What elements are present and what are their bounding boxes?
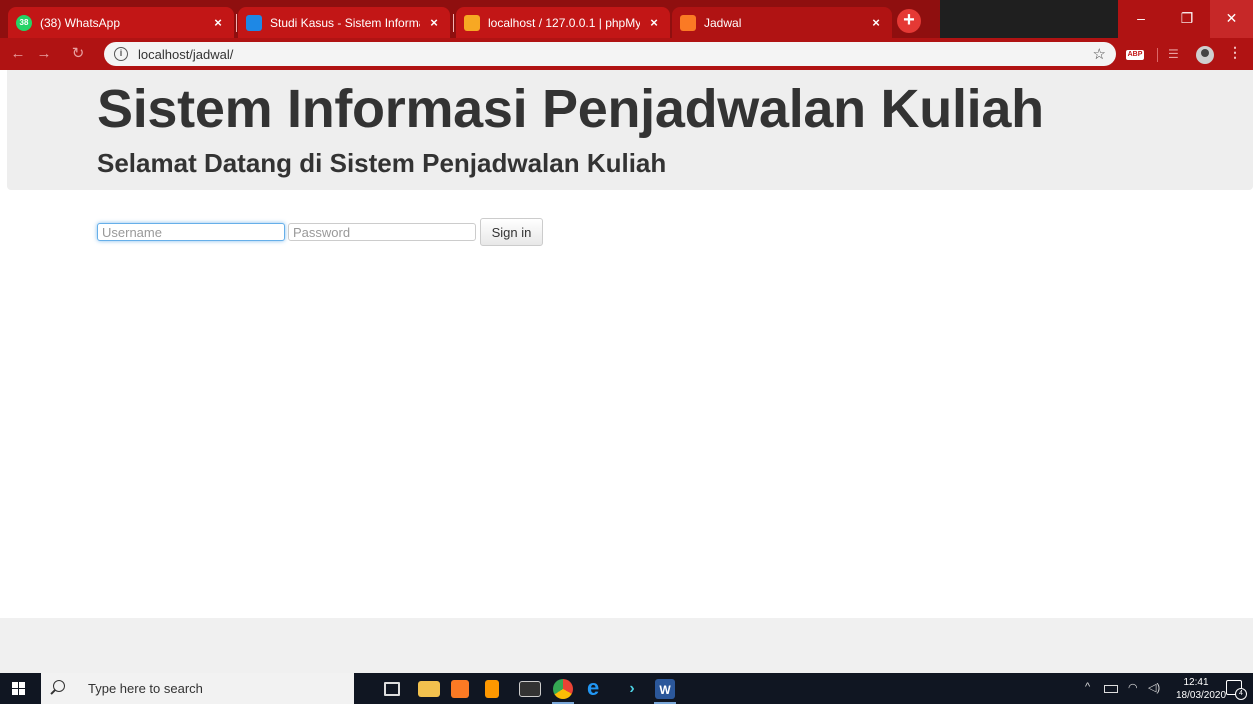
taskbar-search-placeholder: Type here to search <box>88 681 203 696</box>
sign-in-button[interactable]: Sign in <box>480 218 543 246</box>
clock-time: 12:41 <box>1183 677 1209 688</box>
xampp-icon <box>680 14 696 31</box>
terminal-icon[interactable] <box>519 681 541 697</box>
phpmyadmin-icon <box>464 14 480 31</box>
task-view-icon[interactable] <box>384 682 400 696</box>
file-explorer-icon[interactable] <box>418 681 440 697</box>
search-icon <box>53 680 65 692</box>
powershell-icon[interactable]: › <box>621 678 643 700</box>
chevron-up-icon[interactable]: ^ <box>1085 681 1090 693</box>
address-bar[interactable]: i localhost/jadwal/ ☆ <box>104 42 1116 66</box>
chrome-icon[interactable] <box>553 679 573 699</box>
profile-avatar-icon[interactable] <box>1196 46 1214 64</box>
word-icon[interactable]: W <box>655 679 675 699</box>
tab-title: localhost / 127.0.0.1 | phpMyAdm <box>488 15 640 30</box>
close-window-button[interactable]: ✕ <box>1210 0 1253 38</box>
close-tab-icon[interactable]: × <box>210 15 226 30</box>
reload-icon[interactable]: ↻ <box>68 44 88 64</box>
address-url[interactable]: localhost/jadwal/ <box>138 47 233 62</box>
xampp-icon[interactable] <box>451 680 469 698</box>
reading-list-icon[interactable]: ☰ <box>1168 47 1179 61</box>
web-page: Sistem Informasi Penjadwalan Kuliah Sela… <box>0 70 1253 673</box>
tab-jadwal[interactable]: Jadwal × <box>672 7 892 38</box>
toolbar-divider <box>1157 48 1158 62</box>
tab-whatsapp[interactable]: 38 (38) WhatsApp × <box>8 7 234 38</box>
start-button[interactable] <box>0 673 40 704</box>
tab-separator <box>453 14 454 32</box>
battery-icon[interactable] <box>1104 685 1118 693</box>
tab-studi-kasus[interactable]: Studi Kasus - Sistem Informasi Se × <box>238 7 450 38</box>
notification-center-icon[interactable]: 4 <box>1226 680 1247 700</box>
page-footer <box>0 618 1253 673</box>
browser-menu-icon[interactable]: ⋮ <box>1228 44 1242 61</box>
tab-title: Studi Kasus - Sistem Informasi Se <box>270 15 420 30</box>
taskbar-search-box[interactable]: Type here to search <box>41 673 354 704</box>
notification-count: 4 <box>1235 688 1247 700</box>
browser-toolbar: ← → ↻ i localhost/jadwal/ ☆ ABP ☰ ⋮ <box>0 38 1253 70</box>
tab-phpmyadmin[interactable]: localhost / 127.0.0.1 | phpMyAdm × <box>456 7 670 38</box>
username-input[interactable] <box>97 223 285 241</box>
page-subtitle: Selamat Datang di Sistem Penjadwalan Kul… <box>97 148 667 178</box>
info-icon[interactable]: i <box>114 47 128 61</box>
system-clock[interactable]: 12:41 18/03/2020 <box>1176 676 1227 702</box>
slides-icon <box>246 14 262 31</box>
bookmark-star-icon[interactable]: ☆ <box>1093 45 1106 63</box>
tab-title: Jadwal <box>704 15 742 30</box>
close-tab-icon[interactable]: × <box>868 15 884 30</box>
wifi-icon[interactable]: ◠ <box>1128 681 1138 694</box>
minimize-button[interactable]: – <box>1118 0 1164 38</box>
clock-date: 18/03/2020 <box>1176 690 1227 701</box>
windows-taskbar: Type here to search e › W ^ ◠ ◁) 12:41 1… <box>0 673 1253 704</box>
password-input[interactable] <box>288 223 476 241</box>
whatsapp-icon: 38 <box>16 14 32 31</box>
volume-icon[interactable]: ◁) <box>1148 681 1160 694</box>
new-tab-button[interactable]: + <box>897 9 921 33</box>
adblock-plus-icon[interactable]: ABP <box>1126 50 1144 60</box>
tab-title: (38) WhatsApp <box>40 15 121 30</box>
close-tab-icon[interactable]: × <box>426 15 442 30</box>
back-arrow-icon[interactable]: ← <box>8 44 28 64</box>
page-header: Sistem Informasi Penjadwalan Kuliah Sela… <box>7 70 1253 190</box>
edge-icon[interactable]: e <box>587 677 607 700</box>
sublime-text-icon[interactable] <box>485 680 499 698</box>
maximize-button[interactable]: ❐ <box>1164 0 1210 38</box>
page-title: Sistem Informasi Penjadwalan Kuliah <box>97 79 1044 139</box>
forward-arrow-icon[interactable]: → <box>34 44 54 64</box>
windows-logo-icon <box>12 682 25 695</box>
close-tab-icon[interactable]: × <box>646 15 662 30</box>
browser-tab-bar: 38 (38) WhatsApp × Studi Kasus - Sistem … <box>0 0 1253 38</box>
tab-separator <box>236 14 237 32</box>
